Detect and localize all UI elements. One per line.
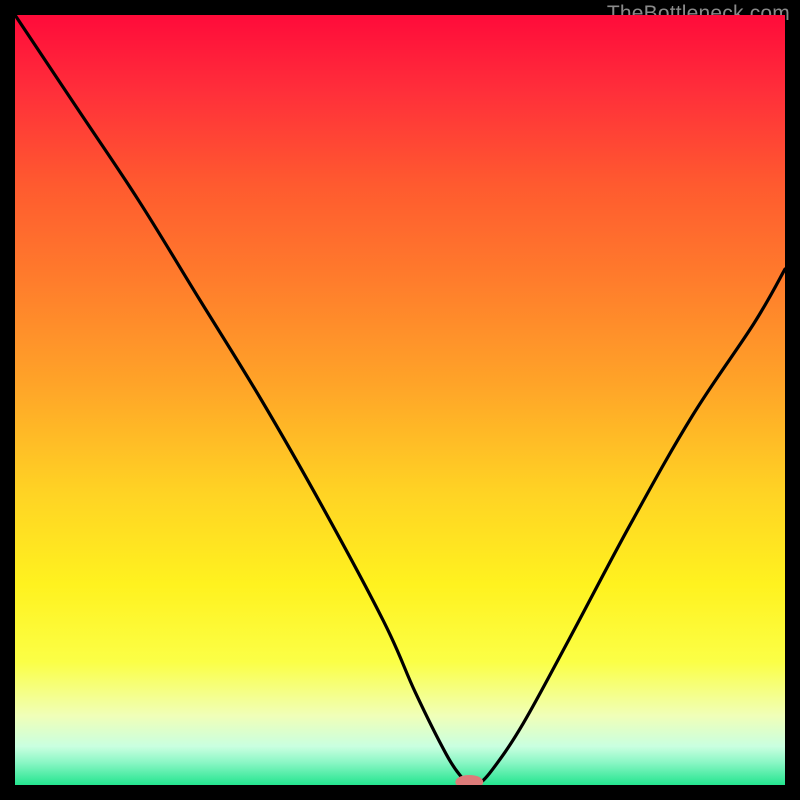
bottleneck-curve	[15, 15, 785, 785]
chart-frame: TheBottleneck.com	[0, 0, 800, 800]
curve-path	[15, 15, 785, 785]
plot-area	[15, 15, 785, 785]
